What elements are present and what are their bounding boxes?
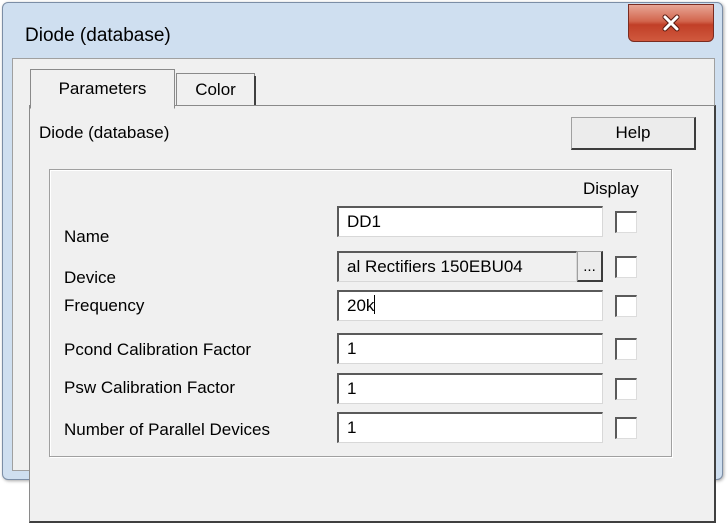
psw-calibration-display-checkbox[interactable] — [615, 378, 637, 400]
close-icon — [662, 14, 680, 32]
pcond-calibration-value: 1 — [347, 339, 357, 358]
help-button[interactable]: Help — [571, 117, 696, 150]
psw-calibration-label: Psw Calibration Factor — [64, 378, 236, 397]
text-cursor — [374, 295, 376, 314]
tab-color-label: Color — [195, 80, 236, 99]
psw-calibration-value: 1 — [347, 379, 357, 398]
tab-parameters[interactable]: Parameters — [30, 69, 175, 109]
close-button[interactable] — [628, 4, 714, 42]
pcond-calibration-display-checkbox[interactable] — [615, 338, 637, 360]
name-field[interactable]: DD1 — [337, 206, 603, 237]
name-value: DD1 — [347, 212, 382, 231]
device-value: al Rectifiers 150EBU04 — [347, 257, 523, 276]
pcond-calibration-label: Pcond Calibration Factor — [64, 340, 252, 359]
device-browse-button[interactable]: ... — [577, 251, 603, 282]
frequency-label: Frequency — [64, 296, 145, 315]
psw-calibration-field[interactable]: 1 — [337, 373, 603, 404]
device-label: Device — [64, 268, 116, 287]
panel-header: Diode (database) — [39, 123, 170, 142]
parallel-devices-label: Number of Parallel Devices — [64, 420, 270, 439]
device-display-checkbox[interactable] — [615, 256, 637, 278]
name-label: Name — [64, 227, 110, 246]
window-title: Diode (database) — [25, 25, 171, 46]
parallel-devices-value: 1 — [347, 418, 357, 437]
parallel-devices-display-checkbox[interactable] — [615, 417, 637, 439]
tab-parameters-label: Parameters — [58, 79, 147, 98]
tab-color[interactable]: Color — [176, 73, 256, 106]
display-column-header: Display — [583, 179, 639, 198]
pcond-calibration-field[interactable]: 1 — [337, 333, 603, 364]
frequency-value: 20k — [347, 296, 375, 315]
device-field[interactable]: al Rectifiers 150EBU04 — [337, 251, 577, 282]
parallel-devices-field[interactable]: 1 — [337, 412, 603, 443]
dialog-window: Diode (database) Parameters Color Diode … — [2, 2, 723, 523]
frequency-display-checkbox[interactable] — [615, 295, 637, 317]
frequency-field[interactable]: 20k — [337, 290, 603, 321]
name-display-checkbox[interactable] — [615, 211, 637, 233]
